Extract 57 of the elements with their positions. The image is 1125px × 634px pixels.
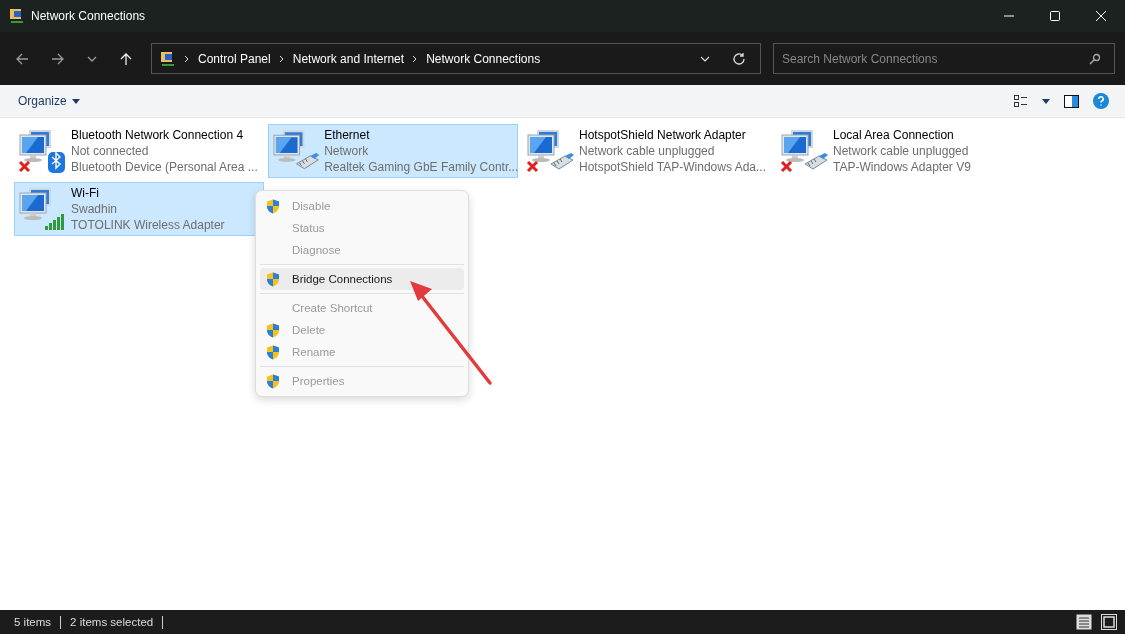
connection-status: Network cable unplugged xyxy=(833,143,969,159)
connection-device: HotspotShield TAP-Windows Ada... xyxy=(579,159,766,175)
connection-item[interactable]: Local Area Connection Network cable unplugged TAP-Windows Adapter V9 xyxy=(776,124,1026,178)
details-view-icon[interactable] xyxy=(1076,614,1092,630)
refresh-icon[interactable] xyxy=(732,51,746,66)
menu-item-label: Rename xyxy=(292,346,336,358)
up-arrow-icon[interactable] xyxy=(119,51,133,66)
connection-status: Swadhin xyxy=(71,201,118,217)
chevron-right-icon xyxy=(278,54,285,63)
connection-item[interactable]: Wi-Fi Swadhin TOTOLINK Wireless Adapter xyxy=(14,182,264,236)
menu-item-label: Diagnose xyxy=(292,244,341,256)
maximize-icon[interactable] xyxy=(1049,10,1061,22)
forward-arrow-icon[interactable] xyxy=(51,51,65,66)
connection-status: Network xyxy=(324,143,369,159)
connection-name: Bluetooth Network Connection 4 xyxy=(71,127,244,143)
connection-name: Local Area Connection xyxy=(833,127,954,143)
menu-item-label: Bridge Connections xyxy=(292,273,393,285)
search-field[interactable]: Search Network Connections xyxy=(773,43,1115,74)
window-title: Network Connections xyxy=(31,9,146,23)
menu-item-label: Properties xyxy=(292,375,345,387)
menu-item[interactable]: Bridge Connections xyxy=(260,268,464,290)
search-icon xyxy=(1089,53,1101,65)
menu-item-label: Delete xyxy=(292,324,326,336)
connection-device: TAP-Windows Adapter V9 xyxy=(833,159,971,175)
connection-name: Ethernet xyxy=(324,127,370,143)
address-bar[interactable]: Control Panel Network and Internet Network Connections xyxy=(151,43,761,74)
connection-device: Realtek Gaming GbE Family Contr... xyxy=(324,159,519,175)
chevron-right-icon xyxy=(412,54,419,63)
connection-name: HotspotShield Network Adapter xyxy=(579,127,746,143)
connection-item[interactable]: Ethernet Network Realtek Gaming GbE Family Contr... xyxy=(268,124,518,178)
connection-name: Wi-Fi xyxy=(71,185,99,201)
organize-button[interactable]: Organize xyxy=(12,92,86,110)
caret-icon xyxy=(71,98,80,104)
caret-icon[interactable] xyxy=(1042,98,1050,104)
selection-count: 2 items selected xyxy=(70,616,154,628)
chevron-right-icon xyxy=(184,54,190,63)
preview-pane-icon[interactable] xyxy=(1064,94,1079,108)
item-count: 5 items xyxy=(14,616,52,628)
connection-device: Bluetooth Device (Personal Area ... xyxy=(71,159,258,175)
help-icon[interactable] xyxy=(1093,93,1109,109)
breadcrumb-item[interactable]: Control Panel xyxy=(198,51,271,66)
network-folder-icon xyxy=(160,50,176,67)
back-arrow-icon[interactable] xyxy=(15,51,29,66)
close-icon[interactable] xyxy=(1095,10,1107,22)
breadcrumb-item[interactable]: Network and Internet xyxy=(292,51,405,66)
menu-item-label: Status xyxy=(292,222,325,234)
network-folder-icon xyxy=(9,8,25,24)
view-options-icon[interactable] xyxy=(1014,95,1028,107)
connection-status: Not connected xyxy=(71,143,149,159)
connection-device: TOTOLINK Wireless Adapter xyxy=(71,217,225,233)
menu-item-label: Create Shortcut xyxy=(292,302,373,314)
menu-item-label: Disable xyxy=(292,200,331,212)
large-icons-view-icon[interactable] xyxy=(1101,614,1117,630)
connection-item[interactable]: Bluetooth Network Connection 4 Not connected Bluetooth Device (Personal Area ... xyxy=(14,124,264,178)
connection-status: Network cable unplugged xyxy=(579,143,715,159)
connection-item[interactable]: HotspotShield Network Adapter Network cable unplugged HotspotShield TAP-Windows Ada... xyxy=(522,124,772,178)
breadcrumb-item[interactable]: Network Connections xyxy=(426,51,541,66)
